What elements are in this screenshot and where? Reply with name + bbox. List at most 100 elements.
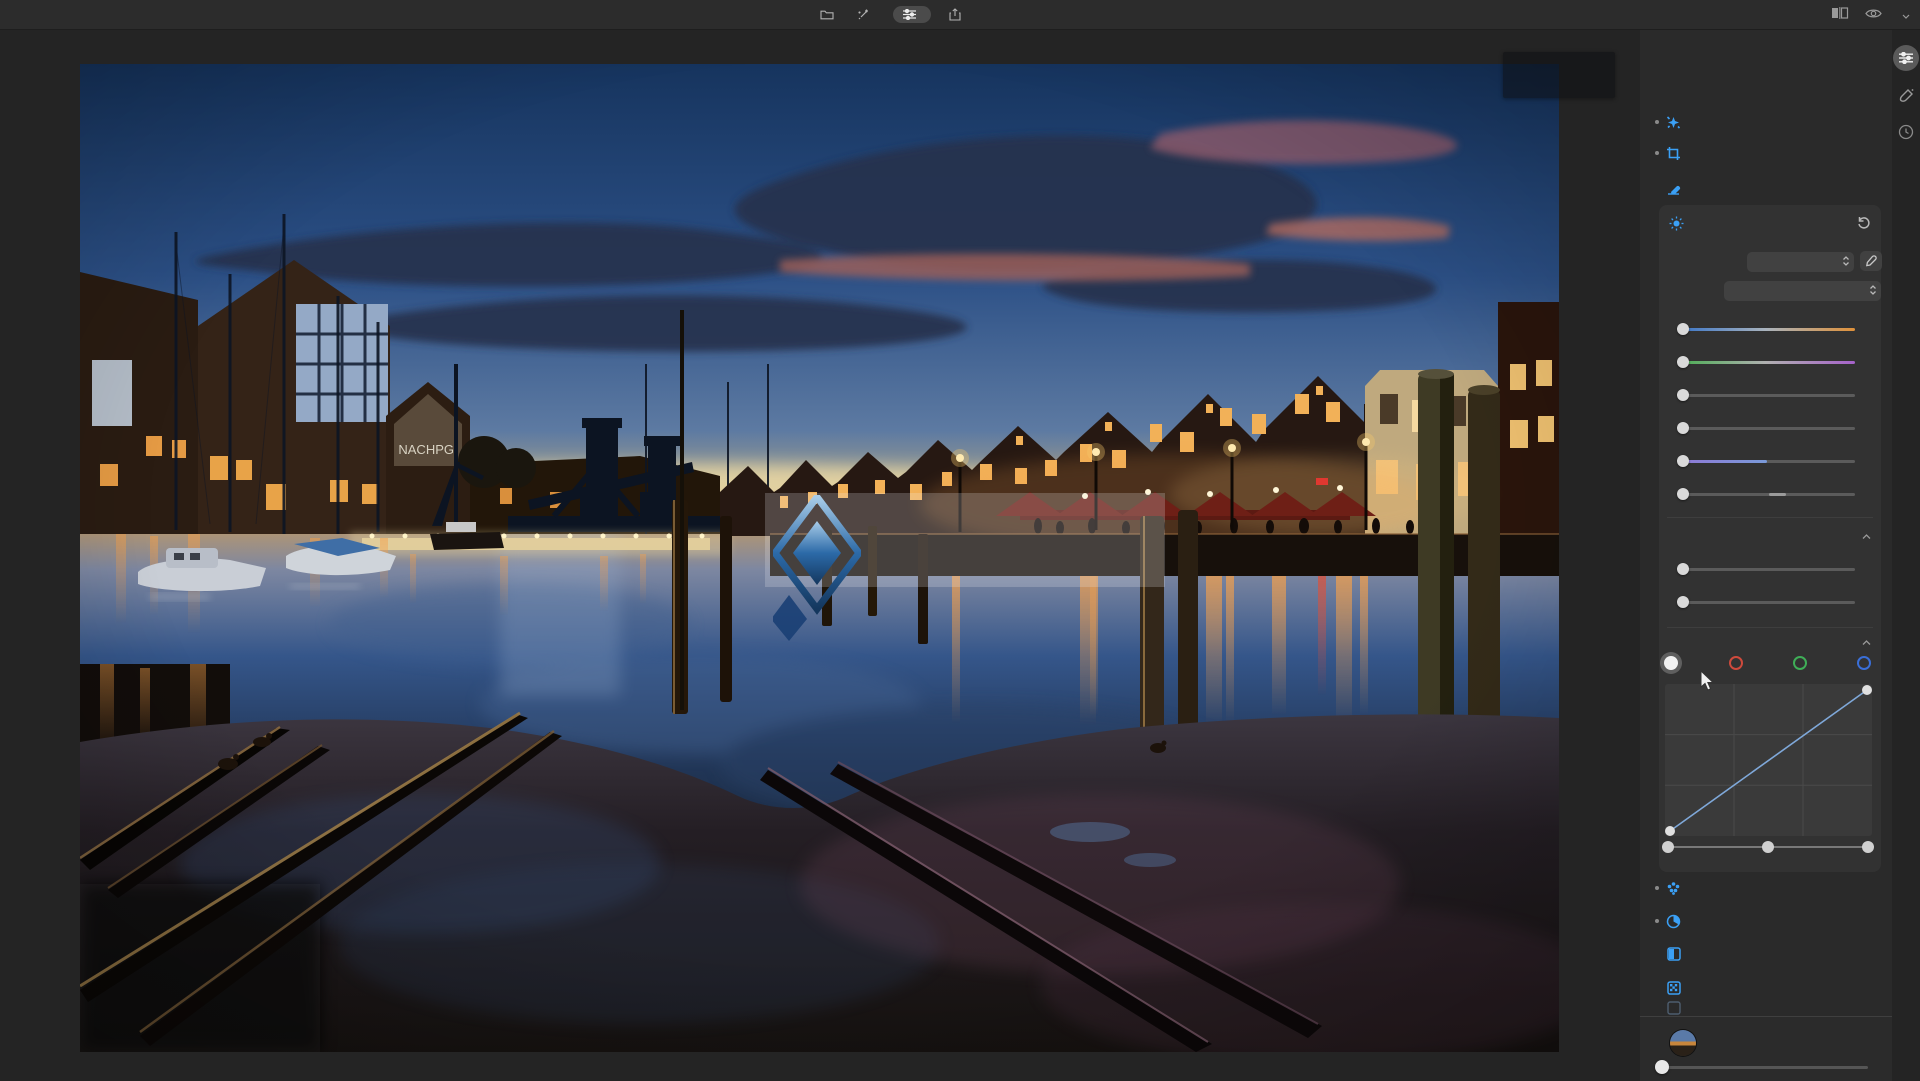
- slider-thumb[interactable]: [1677, 422, 1689, 434]
- tools-sidebar: [1640, 29, 1892, 1080]
- slider-track[interactable]: [1683, 394, 1855, 397]
- tool-label: [1686, 981, 1688, 995]
- top-bar: [0, 0, 1920, 30]
- brush-icon: [1898, 88, 1914, 104]
- slider-track[interactable]: [1683, 493, 1855, 496]
- slider-thumb[interactable]: [1677, 455, 1689, 467]
- watermark-band: [765, 493, 1165, 587]
- white-balance-select[interactable]: [1747, 252, 1854, 272]
- chevron-down-icon: [1902, 8, 1910, 22]
- channel-green-button[interactable]: [1793, 656, 1807, 670]
- app-logo: [38, 7, 40, 21]
- channel-red-button[interactable]: [1729, 656, 1743, 670]
- clock-icon: [1898, 124, 1914, 140]
- slider-track[interactable]: [1683, 328, 1855, 331]
- tab-vorlagen[interactable]: [857, 8, 875, 21]
- tool-label: [1686, 881, 1688, 895]
- white-point-handle[interactable]: [1862, 841, 1874, 853]
- slider-lichter: [1683, 440, 1855, 470]
- tool-label: [1686, 914, 1688, 928]
- slider-faerbung: [1683, 341, 1855, 371]
- mid-point-handle[interactable]: [1762, 841, 1774, 853]
- slider-thumb[interactable]: [1677, 389, 1689, 401]
- tool-item-bildrauschen[interactable]: [1640, 998, 1892, 1018]
- preview-eye-icon[interactable]: [1865, 6, 1882, 24]
- tab-bearbeiten[interactable]: [893, 6, 931, 23]
- chevron-up-icon: [1862, 527, 1871, 545]
- tool-label: [1686, 115, 1688, 129]
- histogram-overlay[interactable]: [1503, 52, 1615, 98]
- slider-track[interactable]: [1683, 601, 1855, 604]
- profile-row: [1683, 280, 1857, 302]
- channel-blue-button[interactable]: [1857, 656, 1871, 670]
- details-checker-icon: [1666, 981, 1681, 996]
- slider-schwarztoene: [1683, 581, 1855, 611]
- curves-editor[interactable]: [1665, 684, 1872, 836]
- color-wheel-icon: [1666, 914, 1681, 929]
- slider-intelligenter-kontrast: [1683, 407, 1855, 437]
- slider-thumb[interactable]: [1677, 563, 1689, 575]
- tool-item-strukt[interactable]: [1640, 878, 1892, 898]
- photo-canvas[interactable]: NACHPG.: [80, 64, 1559, 1052]
- structure-dots-icon: [1666, 881, 1681, 896]
- enhance-sparkle-icon: [1666, 115, 1681, 130]
- tab-katalog[interactable]: [820, 9, 839, 20]
- preset-bar: [1640, 1016, 1892, 1081]
- slider-track[interactable]: [1683, 568, 1855, 571]
- edited-indicator-dot: [1655, 120, 1659, 124]
- curves-channel-selector: [1659, 653, 1881, 673]
- white-balance-row: [1683, 251, 1857, 273]
- eraser-icon: [1666, 181, 1681, 196]
- history-button[interactable]: [1893, 119, 1919, 145]
- sliders-icon: [1899, 52, 1913, 64]
- slider-temperatur: [1683, 308, 1855, 338]
- tab-exportieren[interactable]: [949, 8, 966, 21]
- edited-indicator-dot: [1655, 151, 1659, 155]
- preset-thumbnail[interactable]: [1670, 1030, 1696, 1056]
- eyedropper-button[interactable]: [1860, 251, 1882, 271]
- section-kurven[interactable]: [1669, 633, 1871, 651]
- mouse-cursor: [1700, 670, 1716, 697]
- slider-track[interactable]: [1683, 460, 1855, 463]
- tool-item-schwarz-weiss[interactable]: [1640, 944, 1892, 964]
- right-toolbar-strip: [1892, 29, 1920, 1080]
- tool-item-enhance[interactable]: [1640, 112, 1892, 132]
- crop-icon: [1666, 146, 1681, 161]
- curves-range-slider: [1668, 841, 1868, 853]
- zoom-level-control[interactable]: [1898, 8, 1910, 22]
- reset-undo-icon[interactable]: [1856, 215, 1871, 234]
- slider-thumb[interactable]: [1677, 356, 1689, 368]
- brush-masking-button[interactable]: [1893, 83, 1919, 109]
- curve-line: [1670, 690, 1867, 831]
- curve-point-black[interactable]: [1665, 826, 1675, 836]
- channel-luminance-button[interactable]: [1664, 656, 1678, 670]
- slider-weisstoene: [1683, 548, 1855, 578]
- select-stepper-icon: [1869, 284, 1877, 299]
- profile-select[interactable]: [1724, 281, 1881, 301]
- preset-amount-slider[interactable]: [1662, 1061, 1868, 1073]
- edit-panel-button[interactable]: [1893, 45, 1919, 71]
- tool-item-bildaufbau[interactable]: [1640, 143, 1892, 163]
- preset-amount-thumb[interactable]: [1655, 1060, 1669, 1074]
- tool-item-details[interactable]: [1640, 978, 1892, 998]
- section-schwarz-weisstoene[interactable]: [1669, 527, 1871, 545]
- curve-point-white[interactable]: [1862, 685, 1872, 695]
- tool-item-farbe[interactable]: [1640, 911, 1892, 931]
- slider-track[interactable]: [1683, 361, 1855, 364]
- slider-thumb[interactable]: [1677, 488, 1689, 500]
- export-icon: [949, 8, 961, 21]
- slider-thumb[interactable]: [1677, 596, 1689, 608]
- select-stepper-icon: [1842, 255, 1850, 270]
- slider-belichtung: [1683, 374, 1855, 404]
- templates-wand-icon: [857, 8, 870, 21]
- tool-label: [1686, 947, 1688, 961]
- edited-indicator-dot: [1655, 886, 1659, 890]
- slider-track[interactable]: [1683, 427, 1855, 430]
- folder-icon: [820, 9, 834, 20]
- tool-item-radieren[interactable]: [1640, 178, 1892, 198]
- tool-label: [1686, 1001, 1688, 1015]
- slider-thumb[interactable]: [1677, 323, 1689, 335]
- panel-header[interactable]: [1659, 213, 1881, 235]
- black-point-handle[interactable]: [1662, 841, 1674, 853]
- compare-before-after-icon[interactable]: [1831, 6, 1849, 24]
